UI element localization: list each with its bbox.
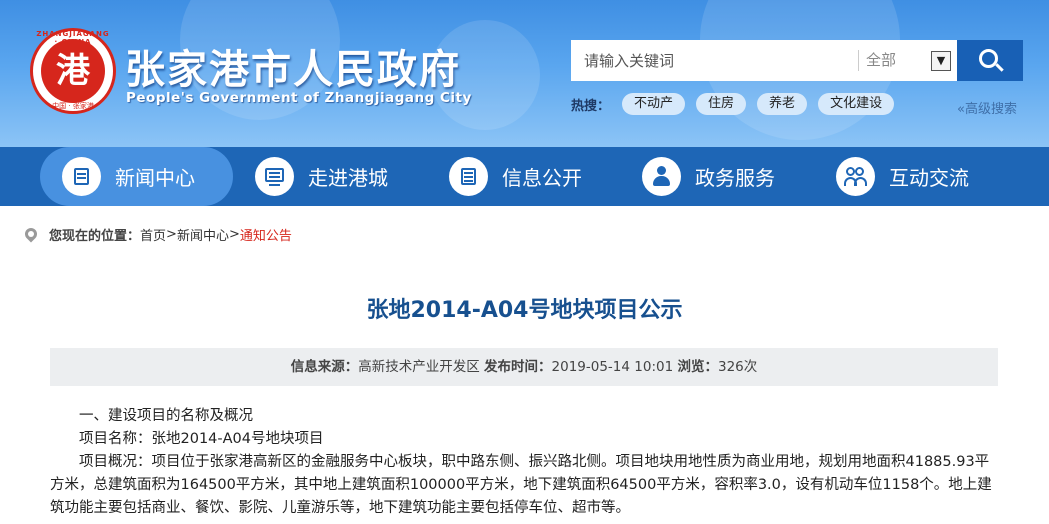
meta-views: 326次 [717, 359, 758, 375]
list-icon [449, 157, 488, 196]
meta-views-label: 浏览： [677, 359, 718, 375]
logo-ring-text-bottom: 中国 · 张家港 [52, 102, 94, 110]
hot-tag[interactable]: 不动产 [622, 93, 686, 115]
logo-mark: 港 [56, 51, 90, 91]
users-icon [836, 157, 875, 196]
nav-item-interaction[interactable]: 互动交流 [836, 147, 969, 206]
meta-source: 高新技术产业开发区 [358, 359, 480, 375]
hot-tag[interactable]: 住房 [696, 93, 747, 115]
main-nav: 新闻中心 走进港城 信息公开 政务服务 互动交流 [0, 147, 1049, 206]
search-button[interactable] [957, 40, 1023, 81]
hot-tag[interactable]: 文化建设 [818, 93, 895, 115]
screen-icon [255, 157, 294, 196]
person-icon [642, 157, 681, 196]
chevron-down-icon[interactable]: ▼ [931, 51, 951, 71]
search-icon-handle [995, 63, 1004, 72]
nav-item-city[interactable]: 走进港城 [255, 147, 388, 206]
breadcrumb-news[interactable]: 新闻中心 [177, 225, 229, 244]
article-meta: 信息来源：高新技术产业开发区 发布时间：2019-05-14 10:01 浏览：… [50, 348, 998, 386]
article-paragraph: 项目概况：项目位于张家港高新区的金融服务中心板块，职中路东侧、振兴路北侧。项目地… [50, 454, 992, 516]
article-title: 张地2014-A04号地块项目公示 [366, 298, 683, 323]
search-divider [858, 50, 859, 71]
article-paragraph: 一、建设项目的名称及概况 [79, 408, 253, 424]
site-title-english: People's Government of Zhangjiagang City [126, 90, 472, 106]
meta-time: 2019-05-14 10:01 [551, 359, 674, 375]
nav-item-label: 政务服务 [695, 166, 775, 190]
article-paragraph: 项目名称：张地2014-A04号地块项目 [79, 431, 324, 447]
nav-item-label: 新闻中心 [115, 166, 195, 190]
hot-tag[interactable]: 养老 [757, 93, 808, 115]
nav-item-news[interactable]: 新闻中心 [40, 147, 233, 206]
breadcrumb-home[interactable]: 首页 [140, 225, 166, 244]
hot-search: 热搜： 不动产 住房 养老 文化建设 [571, 92, 905, 116]
breadcrumb-separator: > [228, 226, 240, 242]
nav-item-label: 互动交流 [889, 166, 969, 190]
nav-item-info[interactable]: 信息公开 [449, 147, 582, 206]
breadcrumb-separator: > [166, 226, 177, 242]
advanced-search-link[interactable]: «高级搜索 [957, 98, 1017, 117]
document-icon [62, 157, 101, 196]
site-header: ZHANGJIAGANG · CHINA 港 中国 · 张家港 张家港市人民政府… [0, 0, 1049, 147]
meta-time-label: 发布时间： [484, 359, 552, 375]
breadcrumb-current[interactable]: 通知公告 [240, 225, 292, 244]
search-box: 全部 ▼ [571, 40, 1023, 81]
search-input[interactable] [571, 40, 856, 81]
site-title-chinese[interactable]: 张家港市人民政府 [125, 37, 461, 95]
breadcrumb: 您现在的位置： 首页 > 新闻中心 > 通知公告 [22, 225, 292, 244]
city-emblem-logo[interactable]: ZHANGJIAGANG · CHINA 港 中国 · 张家港 [30, 28, 116, 114]
meta-source-label: 信息来源： [290, 359, 359, 375]
nav-item-label: 走进港城 [308, 166, 388, 190]
location-pin-icon [22, 225, 40, 243]
breadcrumb-label: 您现在的位置： [49, 228, 141, 244]
nav-item-label: 信息公开 [502, 166, 582, 190]
hot-search-label: 热搜： [571, 98, 611, 114]
article-body: 一、建设项目的名称及概况 项目名称：张地2014-A04号地块项目 项目概况：项… [50, 405, 998, 520]
nav-item-services[interactable]: 政务服务 [642, 147, 775, 206]
search-scope-value[interactable]: 全部 [866, 40, 896, 81]
